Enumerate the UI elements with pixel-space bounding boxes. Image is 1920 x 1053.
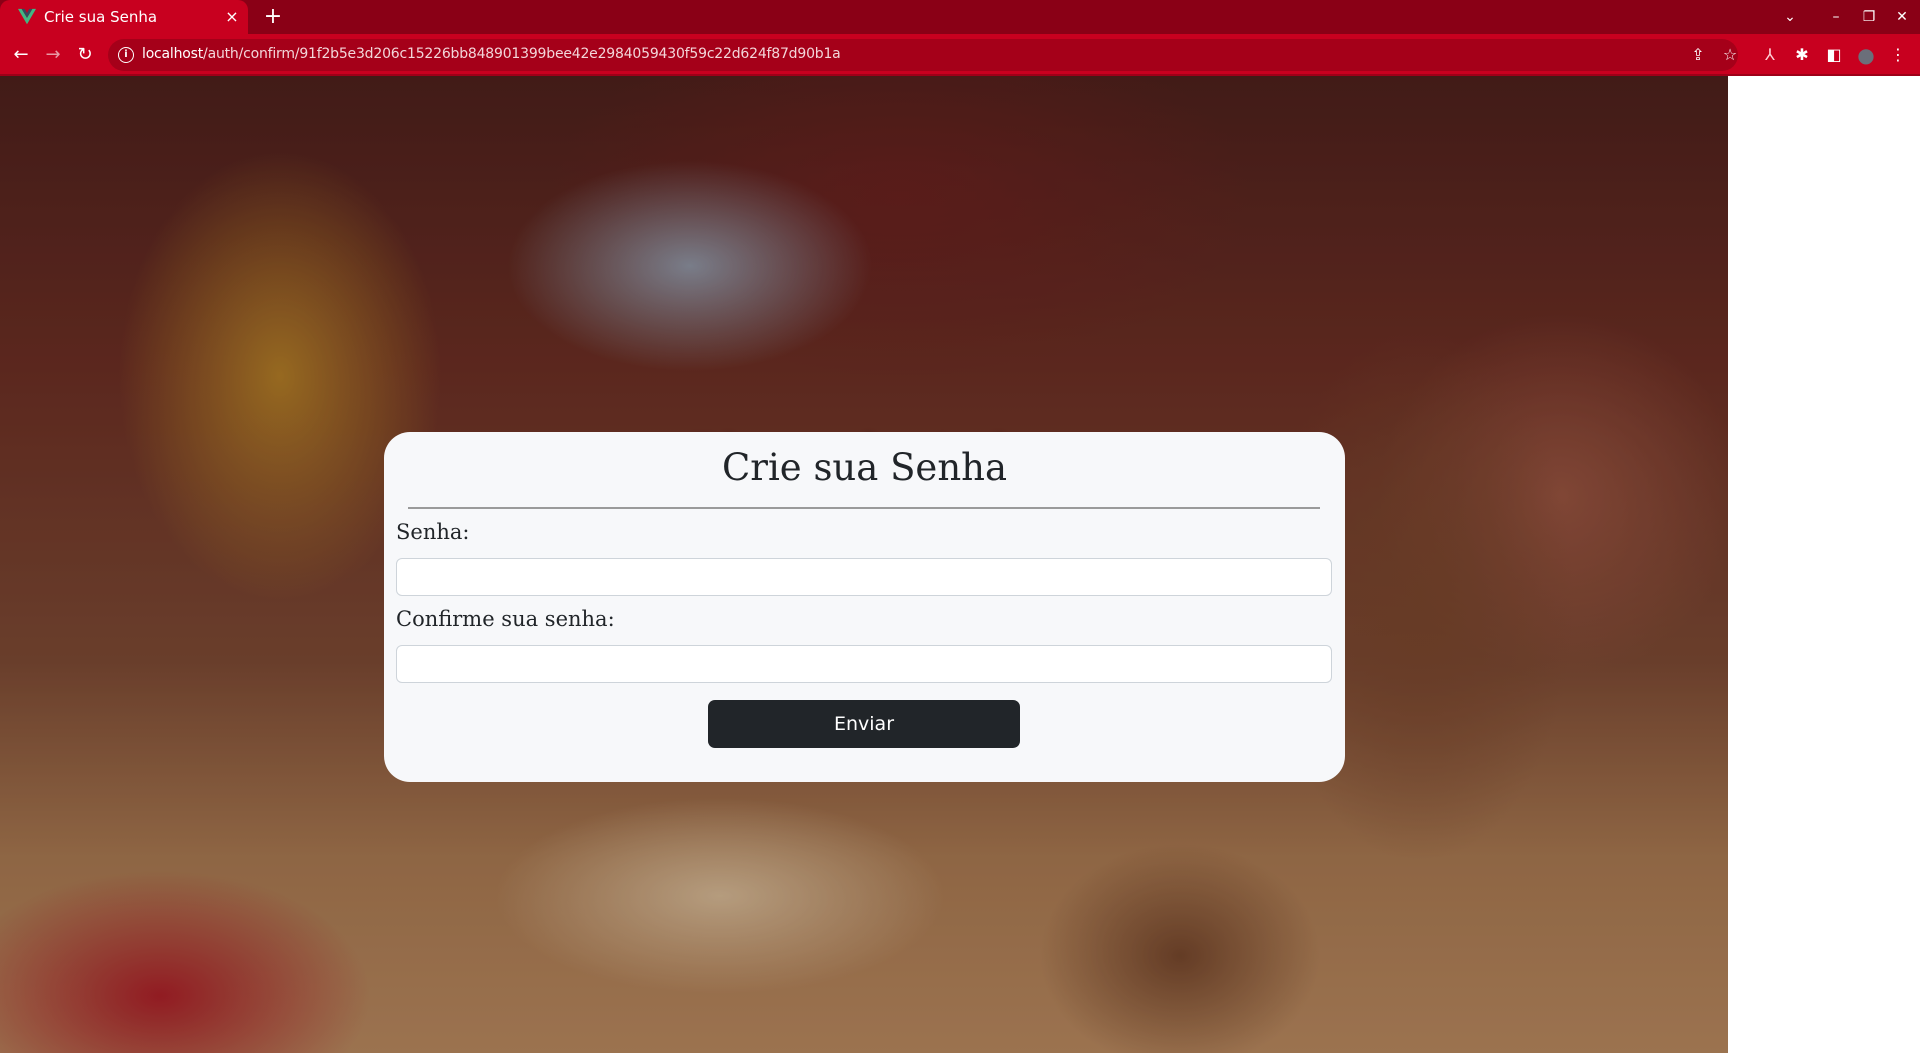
confirm-password-label: Confirme sua senha: (396, 607, 615, 631)
close-window-icon[interactable]: ✕ (1889, 4, 1915, 30)
tab-strip: Crie sua Senha × + ⌄ – ❐ ✕ (0, 0, 1920, 34)
side-panel-icon[interactable]: ◧ (1820, 41, 1848, 69)
tab-active[interactable]: Crie sua Senha × (0, 0, 248, 34)
url-path: /auth/confirm/91f2b5e3d206c15226bb848901… (203, 46, 841, 62)
password-input[interactable] (396, 558, 1332, 596)
restore-icon[interactable]: ❐ (1856, 4, 1882, 30)
page-viewport: Plano de Aula Crie sua Senha Senha: Conf… (0, 76, 1728, 1053)
tab-close-icon[interactable]: × (222, 7, 242, 27)
vue-logo-icon (18, 8, 36, 25)
browser-toolbar: ← → ↻ i localhost/auth/confirm/91f2b5e3d… (0, 34, 1920, 76)
confirm-password-input[interactable] (396, 645, 1332, 683)
password-label: Senha: (396, 520, 470, 544)
back-icon[interactable]: ← (7, 41, 35, 69)
submit-button[interactable]: Enviar (708, 700, 1020, 748)
share-icon[interactable]: ⇪ (1684, 41, 1712, 69)
card-title: Crie sua Senha (721, 446, 1008, 489)
url-host: localhost (142, 46, 204, 62)
new-tab-button[interactable]: + (260, 4, 286, 30)
menu-kebab-icon[interactable]: ⋮ (1884, 41, 1912, 69)
forward-icon[interactable]: → (39, 41, 67, 69)
site-info-icon[interactable]: i (118, 47, 134, 63)
bookmark-star-icon[interactable]: ☆ (1716, 41, 1744, 69)
profile-avatar-icon[interactable]: ● (1852, 41, 1880, 69)
minimize-icon[interactable]: – (1823, 4, 1849, 30)
extensions-puzzle-icon[interactable]: ✱ (1788, 41, 1816, 69)
tab-title: Crie sua Senha (44, 8, 158, 26)
password-card: Crie sua Senha Senha: Confirme sua senha… (384, 432, 1345, 782)
address-bar[interactable]: i localhost/auth/confirm/91f2b5e3d206c15… (108, 39, 1738, 71)
tab-search-icon[interactable]: ⌄ (1777, 4, 1803, 30)
url-text[interactable]: localhost/auth/confirm/91f2b5e3d206c1522… (142, 46, 841, 62)
reload-icon[interactable]: ↻ (71, 41, 99, 69)
divider (408, 507, 1320, 509)
pdf-extension-icon[interactable]: ⅄ (1756, 41, 1784, 69)
